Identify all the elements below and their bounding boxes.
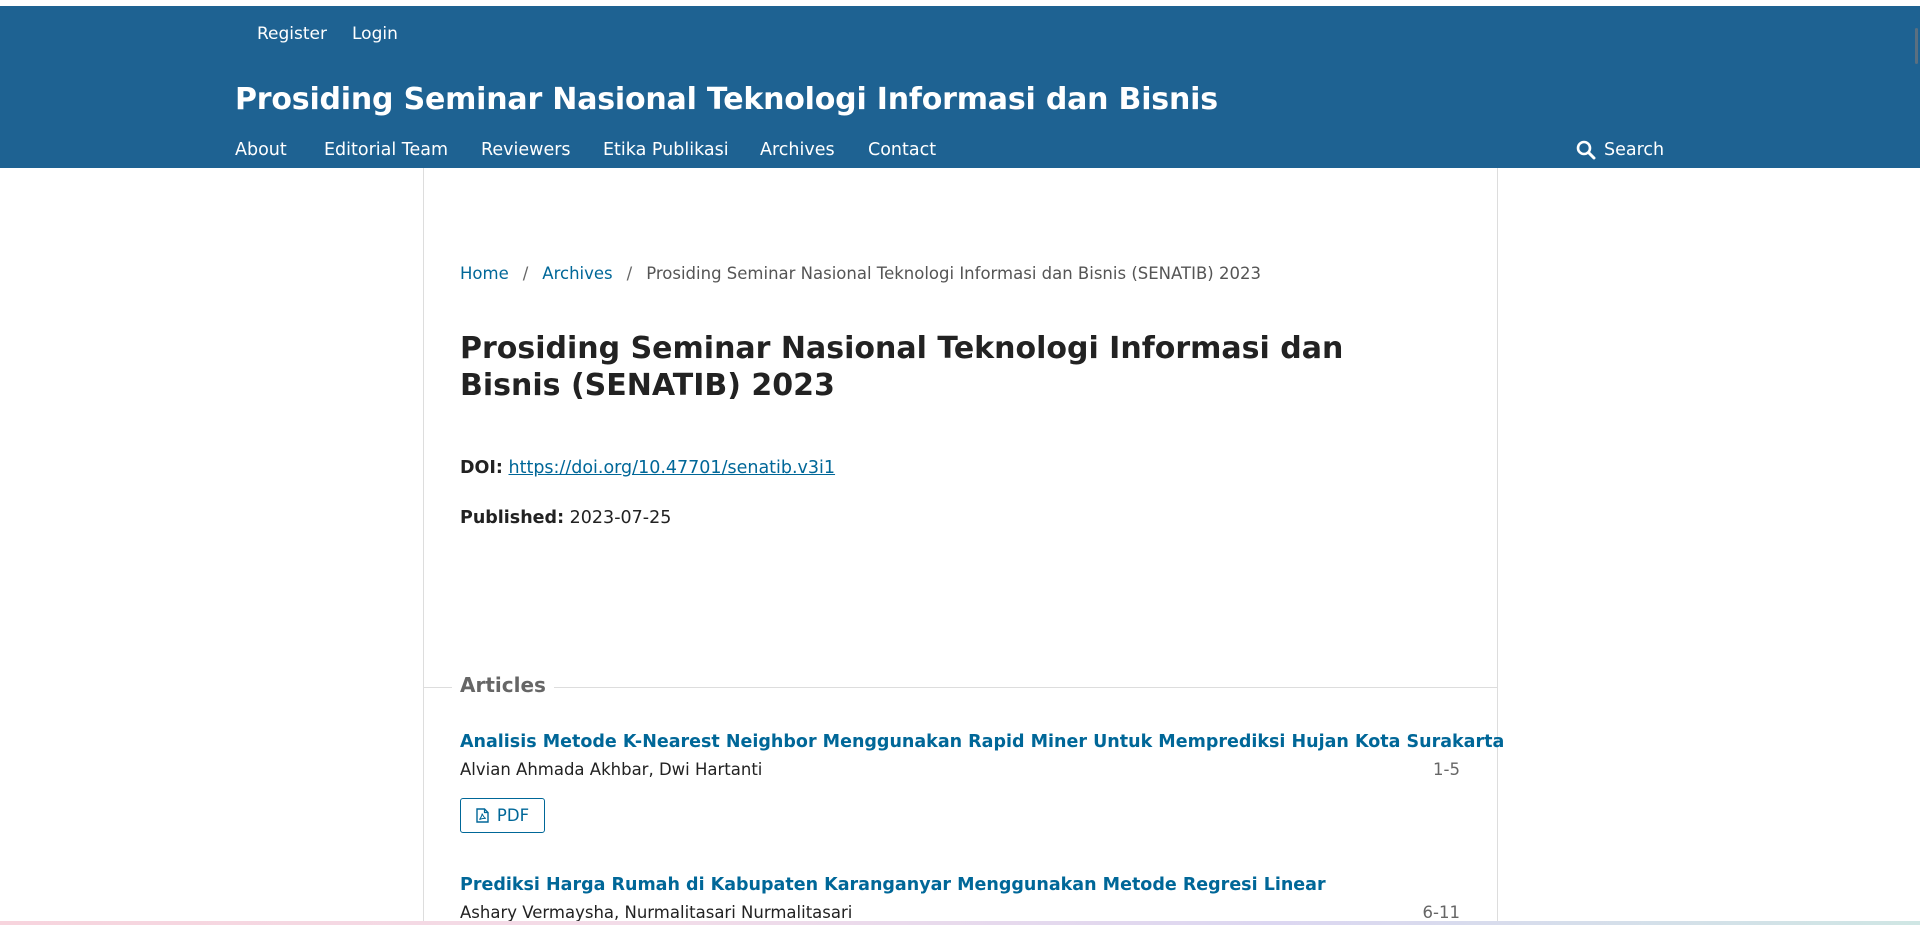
breadcrumb: Home / Archives / Prosiding Seminar Nasional… [460, 264, 1261, 283]
article-authors: Ashary Vermaysha, Nurmalitasari Nurmalit… [460, 903, 853, 922]
search-label: Search [1604, 140, 1665, 160]
article-title-link[interactable]: Prediksi Harga Rumah di Kabupaten Karang… [460, 875, 1326, 895]
pdf-label: PDF [496, 806, 530, 825]
article-meta: Alvian Ahmada Akhbar, Dwi Hartanti 1-5 [460, 760, 1460, 784]
site-title[interactable]: Prosiding Seminar Nasional Teknologi Inf… [235, 82, 1218, 117]
nav-contact[interactable]: Contact [868, 140, 936, 160]
published-date: 2023-07-25 [569, 508, 672, 528]
issue-title: Prosiding Seminar Nasional Teknologi Inf… [460, 331, 1344, 403]
breadcrumb-home[interactable]: Home [460, 264, 509, 283]
nav-reviewers[interactable]: Reviewers [481, 140, 571, 160]
nav-editorial-team[interactable]: Editorial Team [324, 140, 448, 160]
pdf-button[interactable]: PDF [460, 798, 545, 833]
article-item: Analisis Metode K-Nearest Neighbor Mengg… [460, 732, 1504, 852]
bottom-edge [0, 921, 1920, 925]
breadcrumb-archives[interactable]: Archives [542, 264, 612, 283]
doi-row: DOI: https://doi.org/10.47701/senatib.v3… [460, 458, 835, 478]
register-link[interactable]: Register [257, 24, 327, 44]
published-label: Published: [460, 508, 565, 528]
article-item: Prediksi Harga Rumah di Kabupaten Karang… [460, 875, 1460, 935]
article-pages: 1-5 [1433, 760, 1460, 779]
article-authors: Alvian Ahmada Akhbar, Dwi Hartanti [460, 760, 763, 779]
published-row: Published: 2023-07-25 [460, 508, 671, 528]
breadcrumb-separator: / [626, 264, 633, 283]
main-content: Home / Archives / Prosiding Seminar Nasional… [423, 168, 1504, 925]
doi-link[interactable]: https://doi.org/10.47701/senatib.v3i1 [509, 458, 836, 478]
site-header: Register Login Prosiding Seminar Nasiona… [0, 6, 1920, 168]
nav-archives[interactable]: Archives [760, 140, 835, 160]
nav-about[interactable]: About [235, 140, 287, 160]
section-title-articles: Articles [452, 673, 554, 697]
nav-etika-publikasi[interactable]: Etika Publikasi [603, 140, 729, 160]
section-divider [424, 687, 1497, 688]
breadcrumb-separator: / [522, 264, 529, 283]
doi-label: DOI: [460, 458, 503, 478]
search-link[interactable]: Search [1576, 132, 1664, 168]
article-pages: 6-11 [1422, 903, 1460, 922]
file-pdf-icon [476, 808, 489, 823]
search-icon [1576, 140, 1596, 160]
breadcrumb-current: Prosiding Seminar Nasional Teknologi Inf… [646, 264, 1261, 283]
login-link[interactable]: Login [352, 24, 398, 44]
article-title-link[interactable]: Analisis Metode K-Nearest Neighbor Mengg… [460, 732, 1504, 752]
scrollbar-thumb[interactable] [1915, 28, 1918, 64]
